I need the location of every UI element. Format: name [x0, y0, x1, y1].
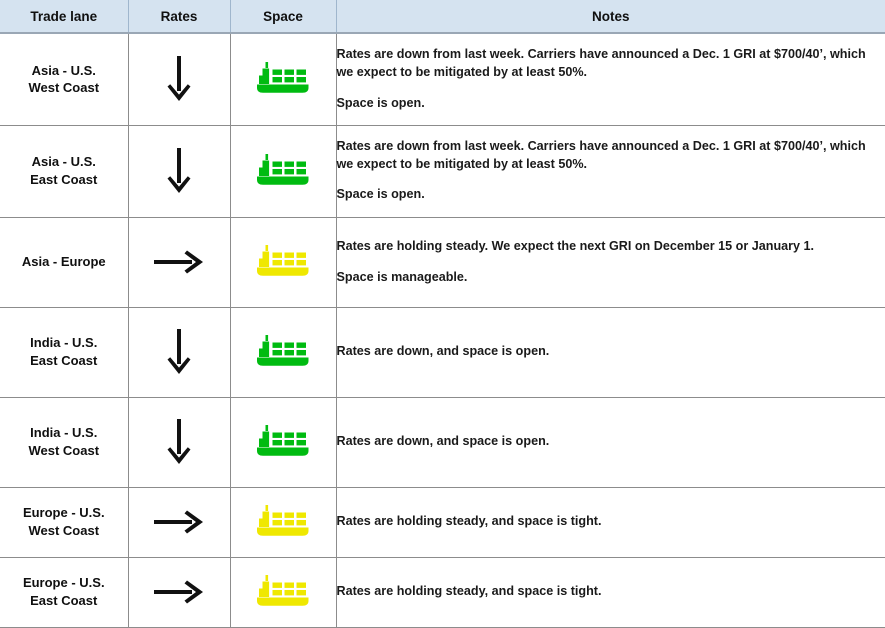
trade-lane-label-line2: East Coast	[0, 592, 128, 610]
arrow-down-icon	[129, 148, 230, 194]
notes-paragraph: Rates are down from last week. Carriers …	[337, 138, 885, 174]
column-header-trade-lane: Trade lane	[0, 0, 128, 33]
trade-lane-label: Europe - U.S.	[0, 574, 128, 592]
cargo-ship-icon	[231, 244, 336, 280]
cargo-ship-icon	[231, 574, 336, 610]
rates-cell	[128, 217, 230, 307]
trade-lane-label-line2: East Coast	[0, 352, 128, 370]
trade-lane-cell: Asia - Europe	[0, 217, 128, 307]
table-row: Asia - U.S.West Coast Rates are down from…	[0, 33, 885, 125]
space-cell	[230, 557, 336, 627]
notes-paragraph: Rates are holding steady, and space is t…	[337, 583, 885, 601]
space-cell	[230, 307, 336, 397]
notes-cell: Rates are holding steady, and space is t…	[336, 557, 885, 627]
arrow-down-icon	[129, 56, 230, 102]
trade-lane-label-line2: West Coast	[0, 522, 128, 540]
notes-paragraph: Rates are down, and space is open.	[337, 433, 885, 451]
trade-lane-label: Europe - U.S.	[0, 504, 128, 522]
space-cell	[230, 33, 336, 125]
arrow-right-icon	[129, 506, 230, 538]
notes-paragraph: Rates are down, and space is open.	[337, 343, 885, 361]
table-row: Europe - U.S.West Coast Rates are holding…	[0, 487, 885, 557]
arrow-down-icon	[129, 419, 230, 465]
table-body: Asia - U.S.West CoastRates are down from…	[0, 33, 885, 627]
cargo-ship-icon	[231, 334, 336, 370]
cargo-ship-icon	[231, 61, 336, 97]
trade-lane-label: India - U.S.	[0, 334, 128, 352]
rates-cell	[128, 557, 230, 627]
cargo-ship-icon	[231, 504, 336, 540]
rates-cell	[128, 125, 230, 217]
table-row: India - U.S.East Coast Rates are down, an…	[0, 307, 885, 397]
notes-paragraph: Rates are down from last week. Carriers …	[337, 46, 885, 82]
trade-lane-label: Asia - Europe	[0, 253, 128, 271]
trade-lane-cell: India - U.S.East Coast	[0, 307, 128, 397]
space-cell	[230, 125, 336, 217]
table-row: Asia - U.S.East Coast Rates are down from…	[0, 125, 885, 217]
trade-lane-cell: India - U.S.West Coast	[0, 397, 128, 487]
rates-cell	[128, 397, 230, 487]
trade-lane-label-line2: West Coast	[0, 79, 128, 97]
trade-lane-label: India - U.S.	[0, 424, 128, 442]
notes-spacer	[337, 82, 885, 95]
table-row: Europe - U.S.East Coast Rates are holding…	[0, 557, 885, 627]
trade-lane-label-line2: East Coast	[0, 171, 128, 189]
notes-paragraph-secondary: Space is open.	[337, 95, 885, 113]
column-header-rates: Rates	[128, 0, 230, 33]
cargo-ship-icon	[231, 424, 336, 460]
cargo-ship-icon	[231, 153, 336, 189]
rates-cell	[128, 307, 230, 397]
arrow-right-icon	[129, 246, 230, 278]
trade-lane-label-line2: West Coast	[0, 442, 128, 460]
notes-paragraph: Rates are holding steady, and space is t…	[337, 513, 885, 531]
notes-spacer	[337, 173, 885, 186]
table-row: India - U.S.West Coast Rates are down, an…	[0, 397, 885, 487]
trade-lane-label: Asia - U.S.	[0, 62, 128, 80]
trade-lane-table: Trade lane Rates Space Notes Asia - U.S.…	[0, 0, 885, 628]
space-cell	[230, 217, 336, 307]
column-header-notes: Notes	[336, 0, 885, 33]
trade-lane-label: Asia - U.S.	[0, 153, 128, 171]
notes-paragraph-secondary: Space is manageable.	[337, 269, 885, 287]
arrow-down-icon	[129, 329, 230, 375]
notes-cell: Rates are holding steady. We expect the …	[336, 217, 885, 307]
notes-paragraph-secondary: Space is open.	[337, 186, 885, 204]
notes-paragraph: Rates are holding steady. We expect the …	[337, 238, 885, 256]
notes-cell: Rates are down from last week. Carriers …	[336, 125, 885, 217]
trade-lane-cell: Europe - U.S.East Coast	[0, 557, 128, 627]
trade-lane-cell: Europe - U.S.West Coast	[0, 487, 128, 557]
notes-spacer	[337, 256, 885, 269]
trade-lane-cell: Asia - U.S.East Coast	[0, 125, 128, 217]
rates-cell	[128, 487, 230, 557]
table-header-row: Trade lane Rates Space Notes	[0, 0, 885, 33]
column-header-space: Space	[230, 0, 336, 33]
space-cell	[230, 487, 336, 557]
table-row: Asia - Europe Rates are holding steady. W…	[0, 217, 885, 307]
notes-cell: Rates are down from last week. Carriers …	[336, 33, 885, 125]
notes-cell: Rates are down, and space is open.	[336, 397, 885, 487]
space-cell	[230, 397, 336, 487]
table-header: Trade lane Rates Space Notes	[0, 0, 885, 33]
arrow-right-icon	[129, 576, 230, 608]
trade-lane-cell: Asia - U.S.West Coast	[0, 33, 128, 125]
notes-cell: Rates are holding steady, and space is t…	[336, 487, 885, 557]
rates-cell	[128, 33, 230, 125]
notes-cell: Rates are down, and space is open.	[336, 307, 885, 397]
